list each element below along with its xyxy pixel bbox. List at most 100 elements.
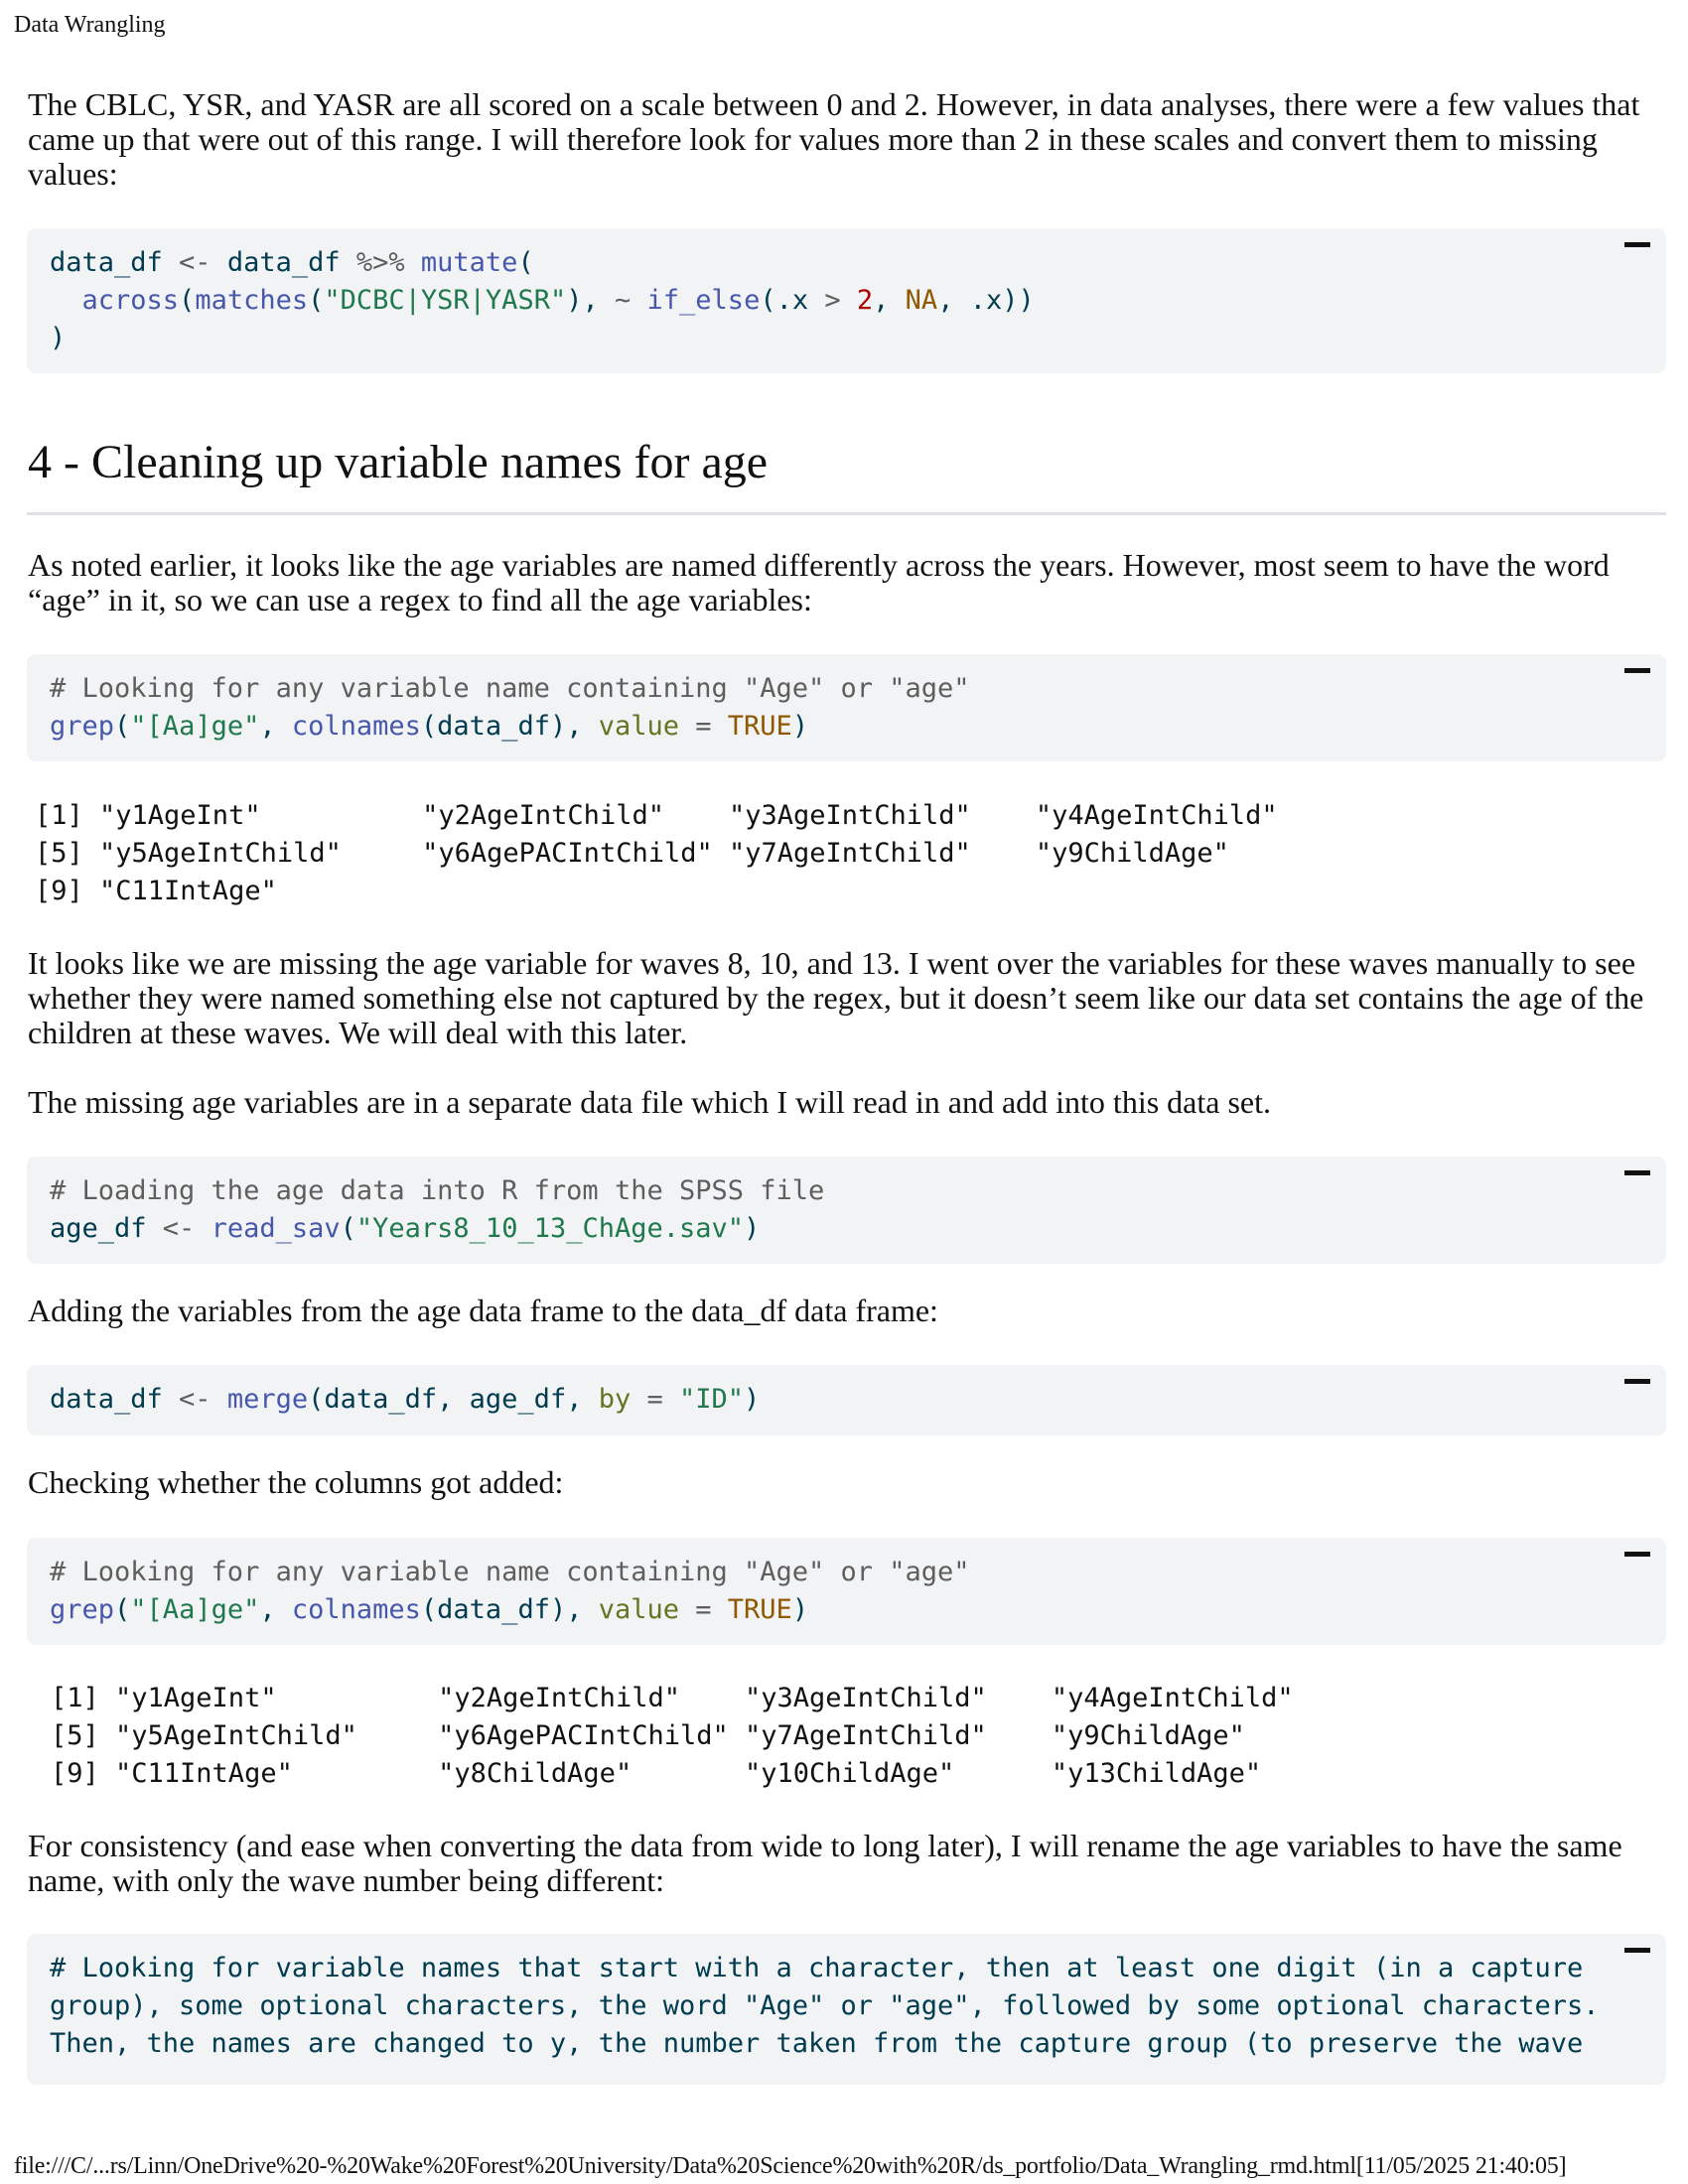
code-token: by	[598, 1384, 632, 1415]
code-lines: # Looking for variable names that start …	[50, 1950, 1600, 2063]
collapse-code-button[interactable]	[1624, 1379, 1650, 1384]
paragraph-adding-variables: Adding the variables from the age data f…	[28, 1293, 938, 1328]
output-line: [9] "C11IntAge" "y8ChildAge" "y10ChildAg…	[51, 1758, 1262, 1789]
code-block-grep-check: # Looking for any variable name containi…	[27, 1538, 1666, 1645]
code-token: "Years8_10_13_ChAge.sav"	[355, 1213, 745, 1244]
code-token: read_sav	[211, 1213, 341, 1244]
code-lines: data_df <- merge(data_df, age_df, by = "…	[50, 1381, 760, 1419]
code-comment: group), some optional characters, the wo…	[50, 1990, 1600, 2021]
print-header: Data Wrangling	[14, 12, 166, 38]
code-token: ~	[615, 285, 632, 316]
collapse-code-button[interactable]	[1624, 668, 1650, 673]
paragraph-consistency: For consistency (and ease when convertin…	[28, 1828, 1622, 1898]
code-token: mutate	[420, 247, 518, 278]
code-token: (	[114, 711, 131, 742]
code-token: data_df	[50, 247, 163, 278]
code-token: data_df	[50, 1384, 163, 1415]
code-token: (.x	[760, 285, 825, 316]
code-token: NA	[905, 285, 938, 316]
paragraph-age-intro: As noted earlier, it looks like the age …	[28, 547, 1610, 617]
collapse-code-button[interactable]	[1624, 1170, 1650, 1175]
code-token: if_else	[646, 285, 761, 316]
code-token: "[Aa]ge"	[130, 711, 260, 742]
code-token: colnames	[291, 711, 421, 742]
code-comment: # Looking for any variable name containi…	[50, 673, 970, 704]
collapse-code-button[interactable]	[1624, 242, 1650, 247]
code-token: TRUE	[727, 711, 792, 742]
paragraph-separate-file: The missing age variables are in a separ…	[28, 1084, 1271, 1120]
output-line: [1] "y1AgeInt" "y2AgeIntChild" "y3AgeInt…	[51, 1683, 1294, 1713]
code-token: <-	[146, 1213, 211, 1244]
code-comment: # Looking for any variable name containi…	[50, 1557, 970, 1587]
code-comment: # Looking for variable names that start …	[50, 1953, 1584, 1983]
code-token: data_df	[226, 247, 341, 278]
code-token: value	[598, 1594, 679, 1625]
section-heading: 4 - Cleaning up variable names for age	[28, 436, 769, 488]
code-token: (	[179, 285, 196, 316]
paragraph-missing-waves: It looks like we are missing the age var…	[28, 945, 1644, 1050]
code-block-merge: data_df <- merge(data_df, age_df, by = "…	[27, 1365, 1666, 1435]
code-token: )	[744, 1213, 761, 1244]
code-token: ,	[259, 1594, 292, 1625]
code-token: ,	[873, 285, 906, 316]
code-token: )	[791, 1594, 809, 1625]
paragraph-scale-range: The CBLC, YSR, and YASR are all scored o…	[28, 86, 1640, 192]
code-lines: # Looking for any variable name containi…	[50, 670, 970, 746]
code-token: =	[679, 1594, 728, 1625]
code-comment: # Loading the age data into R from the S…	[50, 1175, 825, 1206]
code-lines: # Loading the age data into R from the S…	[50, 1172, 824, 1248]
code-token: )	[791, 711, 809, 742]
code-lines: data_df <- data_df %>% mutate( across(ma…	[50, 244, 1035, 357]
code-token: "[Aa]ge"	[130, 1594, 260, 1625]
code-token: grep	[50, 711, 115, 742]
code-token: TRUE	[727, 1594, 792, 1625]
code-lines: # Looking for any variable name containi…	[50, 1554, 970, 1629]
heading-divider	[27, 512, 1666, 515]
code-token: (data_df),	[420, 711, 599, 742]
code-token: <-	[162, 247, 227, 278]
code-token: (	[517, 247, 534, 278]
code-block-grep: # Looking for any variable name containi…	[27, 654, 1666, 761]
code-token: (	[340, 1213, 356, 1244]
code-block-rename: # Looking for variable names that start …	[27, 1934, 1666, 2085]
code-block-read-sav: # Loading the age data into R from the S…	[27, 1157, 1666, 1264]
code-token: ,	[259, 711, 292, 742]
code-token: , .x))	[937, 285, 1035, 316]
code-token: (data_df),	[420, 1594, 599, 1625]
output-line: [9] "C11IntAge"	[35, 876, 277, 906]
code-token: )	[744, 1384, 761, 1415]
code-token: "DCBC|YSR|YASR"	[324, 285, 567, 316]
code-token: grep	[50, 1594, 115, 1625]
code-token: >	[824, 285, 841, 316]
code-block-mutate: data_df <- data_df %>% mutate( across(ma…	[27, 228, 1666, 373]
code-token: merge	[226, 1384, 309, 1415]
collapse-code-button[interactable]	[1624, 1948, 1650, 1953]
code-token: (	[308, 285, 325, 316]
paragraph-checking-columns: Checking whether the columns got added:	[28, 1464, 564, 1500]
output-line: [5] "y5AgeIntChild" "y6AgePACIntChild" "…	[35, 838, 1229, 869]
code-token: matches	[195, 285, 309, 316]
code-token: (	[114, 1594, 131, 1625]
code-token: value	[598, 711, 679, 742]
code-token: (data_df, age_df,	[308, 1384, 599, 1415]
code-token: )	[50, 323, 67, 353]
print-footer: file:///C/...rs/Linn/OneDrive%20-%20Wake…	[14, 2153, 1567, 2179]
code-token: colnames	[291, 1594, 421, 1625]
code-token: =	[631, 1384, 680, 1415]
code-token: age_df	[50, 1213, 147, 1244]
code-token: 2	[856, 285, 874, 316]
code-token: <-	[162, 1384, 227, 1415]
code-token: "ID"	[679, 1384, 745, 1415]
code-token: =	[679, 711, 728, 742]
output-line: [1] "y1AgeInt" "y2AgeIntChild" "y3AgeInt…	[35, 800, 1278, 831]
code-token: ),	[566, 285, 615, 316]
code-token: across	[50, 285, 180, 316]
code-comment: Then, the names are changed to y, the nu…	[50, 2028, 1584, 2059]
output-line: [5] "y5AgeIntChild" "y6AgePACIntChild" "…	[51, 1720, 1245, 1751]
code-token: %>%	[340, 247, 421, 278]
grep-output-1: [1] "y1AgeInt" "y2AgeIntChild" "y3AgeInt…	[35, 797, 1278, 910]
grep-output-2: [1] "y1AgeInt" "y2AgeIntChild" "y3AgeInt…	[51, 1680, 1294, 1793]
collapse-code-button[interactable]	[1624, 1552, 1650, 1557]
